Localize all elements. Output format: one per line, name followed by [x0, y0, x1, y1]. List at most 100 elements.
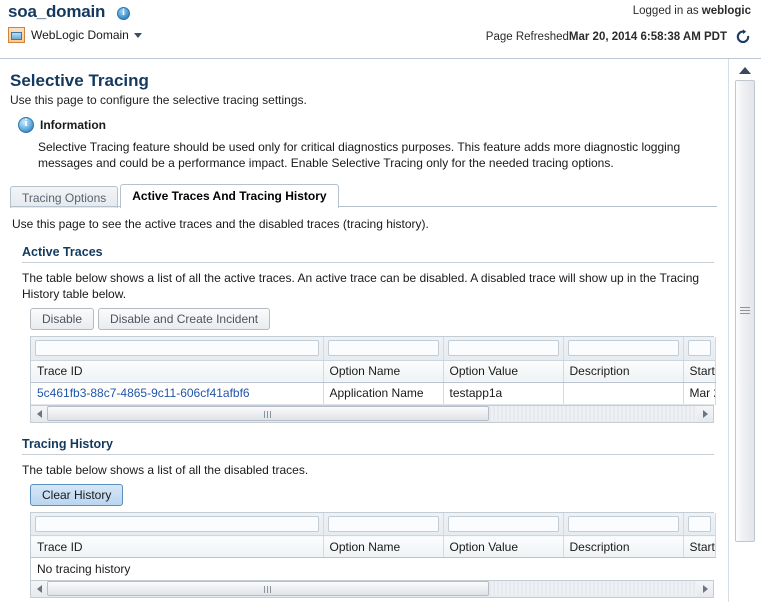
info-circle-icon[interactable]: [117, 7, 130, 20]
tracing-history-header-row: Trace ID Option Name Option Value Descri…: [31, 535, 716, 558]
scroll-right-icon[interactable]: [697, 406, 713, 421]
tracing-history-title: Tracing History: [22, 436, 113, 451]
filter-input-option-name[interactable]: [327, 515, 439, 532]
domain-title: soa_domain: [8, 2, 106, 21]
filter-input-option-name[interactable]: [327, 340, 439, 357]
chevron-down-icon: [133, 32, 142, 38]
information-heading: Information: [40, 118, 106, 132]
column-header-option-value[interactable]: Option Value: [443, 535, 564, 558]
filter-input-trace-id[interactable]: [35, 515, 319, 532]
active-traces-toolbar: Disable Disable and Create Incident: [22, 308, 715, 330]
active-traces-table: Trace ID Option Name Option Value Descri…: [30, 336, 716, 423]
page-title: Selective Tracing: [10, 71, 149, 90]
filter-cell-option-value: [443, 512, 564, 536]
tracing-history-table: Trace ID Option Name Option Value Descri…: [30, 511, 716, 598]
active-traces-description: The table below shows a list of all the …: [22, 271, 700, 301]
global-header: soa_domain WebLogic Domain Logged in as …: [0, 0, 761, 59]
filter-cell-option-name: [323, 337, 444, 361]
tracing-history-description: The table below shows a list of all the …: [22, 462, 309, 477]
information-header: Information: [18, 117, 727, 133]
tab-underline: [10, 206, 717, 207]
filter-input-option-value[interactable]: [447, 340, 559, 357]
logged-in-user: weblogic: [701, 5, 751, 17]
hscroll-thumb[interactable]: [47, 406, 489, 421]
active-traces-title: Active Traces: [22, 245, 103, 259]
scroll-right-icon[interactable]: [697, 581, 713, 596]
refresh-icon[interactable]: [735, 29, 751, 45]
filter-cell-description: [563, 512, 684, 536]
tracing-history-section: Tracing History The table below shows a …: [22, 436, 716, 598]
table-empty-row: No tracing history: [31, 557, 715, 580]
weblogic-domain-menu-label: WebLogic Domain: [31, 28, 129, 42]
page-vertical-scrollbar[interactable]: [727, 59, 761, 602]
hscroll-track[interactable]: [47, 406, 697, 421]
tracing-history-horizontal-scrollbar[interactable]: [31, 579, 713, 597]
filter-input-trace-id[interactable]: [35, 340, 319, 357]
tab-tracing-options[interactable]: Tracing Options: [10, 186, 119, 208]
filter-cell-trace-id: [31, 512, 324, 536]
disable-and-create-incident-button[interactable]: Disable and Create Incident: [98, 308, 271, 330]
tab-active-traces-and-tracing-history[interactable]: Active Traces And Tracing History: [120, 184, 339, 208]
page-refreshed-prefix: Page Refreshed: [485, 31, 569, 43]
active-traces-horizontal-scrollbar[interactable]: [31, 404, 713, 422]
filter-cell-start: [683, 512, 716, 536]
logged-in-status: Logged in as weblogic: [633, 5, 751, 17]
filter-cell-description: [563, 337, 684, 361]
active-traces-filter-row: [31, 337, 716, 361]
filter-cell-option-value: [443, 337, 564, 361]
disable-button[interactable]: Disable: [30, 308, 95, 330]
filter-cell-start: [683, 337, 716, 361]
column-header-start[interactable]: Start: [683, 360, 716, 383]
cell-option-value: testapp1a: [443, 382, 564, 405]
tracing-history-filter-row: [31, 512, 716, 536]
page-content: Selective Tracing Use this page to confi…: [0, 59, 727, 602]
hscroll-thumb[interactable]: [47, 581, 489, 596]
tab-bar: Tracing Options Active Traces And Tracin…: [10, 183, 727, 208]
page-subtitle: Use this page to configure the selective…: [10, 93, 307, 107]
column-header-description[interactable]: Description: [563, 360, 684, 383]
info-circle-icon: [18, 117, 34, 133]
filter-input-option-value[interactable]: [447, 515, 559, 532]
cell-start: Mar 2: [683, 382, 716, 405]
scroll-left-icon[interactable]: [31, 406, 47, 421]
information-text: Selective Tracing feature should be used…: [38, 140, 681, 170]
filter-input-description[interactable]: [567, 515, 679, 532]
filter-input-start[interactable]: [687, 340, 711, 357]
column-header-trace-id[interactable]: Trace ID: [31, 535, 324, 558]
weblogic-domain-icon: [8, 27, 25, 43]
filter-input-description[interactable]: [567, 340, 679, 357]
clear-history-button[interactable]: Clear History: [30, 483, 124, 506]
trace-id-link[interactable]: 5c461fb3-88c7-4865-9c11-606cf41afbf6: [37, 386, 250, 400]
cell-trace-id: 5c461fb3-88c7-4865-9c11-606cf41afbf6: [31, 382, 324, 405]
section-divider: [22, 262, 714, 263]
active-traces-section: Active Traces The table below shows a li…: [22, 245, 716, 423]
column-header-option-value[interactable]: Option Value: [443, 360, 564, 383]
tracing-history-toolbar: Clear History: [22, 483, 715, 506]
table-row[interactable]: 5c461fb3-88c7-4865-9c11-606cf41afbf6 App…: [31, 382, 716, 405]
scrollbar-divider: [728, 59, 729, 602]
cell-description: [563, 382, 684, 405]
section-divider: [22, 453, 714, 455]
hscroll-track[interactable]: [47, 581, 697, 596]
application-window: soa_domain WebLogic Domain Logged in as …: [0, 0, 761, 602]
page-refreshed-status: Page Refreshed Mar 20, 2014 6:58:38 AM P…: [486, 29, 751, 45]
page-refreshed-time: Mar 20, 2014 6:58:38 AM PDT: [568, 31, 727, 43]
column-header-option-name[interactable]: Option Name: [323, 360, 444, 383]
vscroll-track[interactable]: [733, 80, 757, 570]
filter-cell-trace-id: [31, 337, 324, 361]
filter-input-start[interactable]: [687, 515, 711, 532]
tab-description: Use this page to see the active traces a…: [12, 217, 429, 231]
vscroll-thumb[interactable]: [735, 80, 755, 542]
column-header-description[interactable]: Description: [563, 535, 684, 558]
column-header-option-name[interactable]: Option Name: [323, 535, 444, 558]
cell-option-name: Application Name: [323, 382, 444, 405]
logged-in-prefix: Logged in as: [632, 5, 702, 17]
active-traces-header-row: Trace ID Option Name Option Value Descri…: [31, 360, 716, 383]
scroll-left-icon[interactable]: [31, 581, 47, 596]
weblogic-domain-menu[interactable]: WebLogic Domain: [8, 27, 142, 43]
empty-message: No tracing history: [31, 557, 715, 580]
column-header-trace-id[interactable]: Trace ID: [31, 360, 324, 383]
column-header-start[interactable]: Start: [683, 535, 716, 558]
scroll-up-icon[interactable]: [734, 62, 756, 79]
filter-cell-option-name: [323, 512, 444, 536]
